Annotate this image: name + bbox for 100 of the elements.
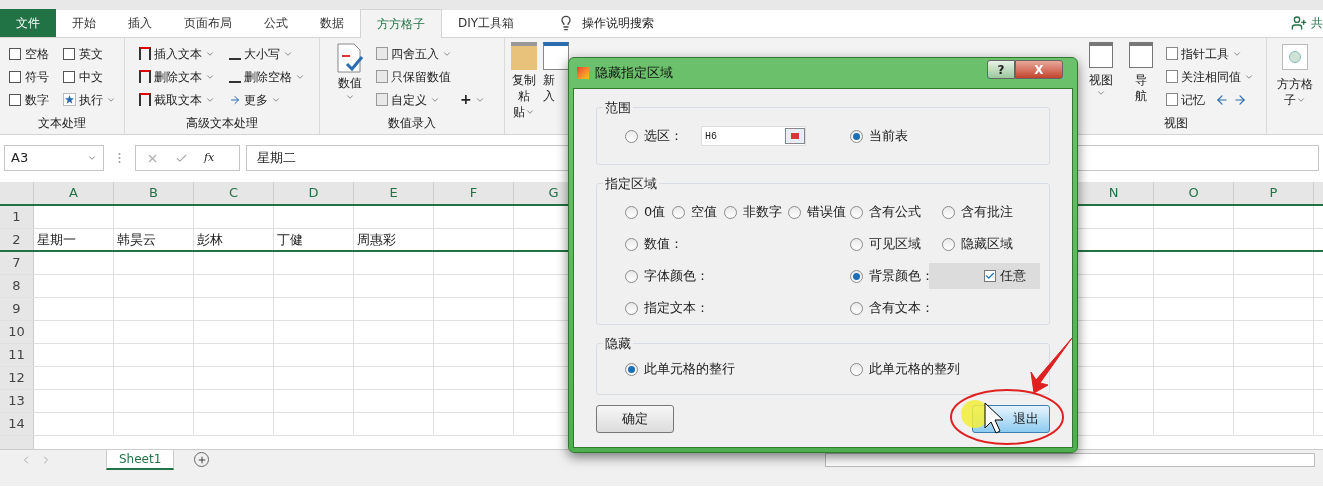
group-label: 文本处理 [37,115,87,132]
row-header[interactable]: 13 [0,390,34,412]
row-header[interactable]: 2 [0,229,34,250]
row-header[interactable]: 12 [0,367,34,389]
option-label: 含有公式 [869,203,921,222]
column-header[interactable]: C [228,183,239,203]
sheet-tab[interactable]: Sheet1 [106,449,175,470]
name-box[interactable]: A3 [4,145,104,171]
checkbox[interactable] [63,47,75,60]
ribbon-button[interactable]: 自定义 [376,88,452,111]
ribbon-button[interactable]: 只保留数值 [376,65,452,88]
ribbon-tab[interactable]: 插入 [112,9,168,37]
option-label: 可见区域 [869,235,921,254]
ribbon-tab[interactable]: 方方格子 [360,9,442,38]
column-header[interactable]: G [548,183,559,203]
checkbox[interactable] [984,270,996,282]
radio-button[interactable] [850,301,863,315]
ribbon-button[interactable]: 导 航 [1126,42,1156,114]
range-field[interactable]: H6 [701,126,806,146]
row-header[interactable]: 14 [0,413,34,435]
radio-button[interactable] [788,205,801,219]
row-header[interactable]: 8 [0,275,34,297]
ribbon-button[interactable]: 执行 [63,88,116,111]
tell-me-search[interactable]: 操作说明搜索 [582,14,655,32]
ribbon-button[interactable]: 新 入 [543,42,573,134]
radio-button[interactable] [850,129,863,143]
ribbon-tab[interactable]: 文件 [0,9,56,37]
radio-button[interactable] [625,269,638,283]
checkbox[interactable] [63,70,75,83]
row-header[interactable]: 11 [0,344,34,366]
text-tool-icon [139,70,151,83]
table-cell-text: 周惠彩 [357,230,396,249]
ribbon-button[interactable]: 删除文本 [139,65,215,88]
option-label: 当前表 [869,127,908,146]
table-cell-text: 丁健 [277,230,303,249]
radio-button[interactable] [850,205,863,219]
radio-button[interactable] [625,237,638,251]
column-header[interactable]: F [469,183,478,203]
checkbox[interactable] [9,47,21,60]
checkbox[interactable] [9,70,21,83]
column-header[interactable]: A [69,183,78,203]
row-header[interactable]: 9 [0,298,34,320]
share-icon [1291,15,1307,31]
column-header[interactable]: E [389,183,398,203]
column-header[interactable]: D [308,183,319,203]
option-label: 空值 [691,203,717,222]
radio-button[interactable] [724,205,737,219]
radio-button[interactable] [625,129,638,143]
radio-button[interactable] [942,237,955,251]
ribbon-button[interactable]: 复制粘 贴 [509,42,539,134]
row-header[interactable]: 1 [0,206,34,228]
radio-button[interactable] [625,362,638,376]
option-label: 0值 [644,203,666,222]
add-button[interactable]: + [460,88,485,111]
ribbon-tab[interactable]: 公式 [248,9,304,37]
row-header[interactable]: 10 [0,321,34,343]
ribbon-button[interactable]: 截取文本 [139,88,215,111]
ribbon-button[interactable]: 视图 [1086,42,1116,114]
number-button[interactable]: 数值 [332,42,368,114]
ribbon-button[interactable]: 指针工具 [1166,42,1242,65]
radio-button[interactable] [625,301,638,315]
ribbon-button[interactable]: 关注相同值 [1166,65,1254,88]
column-header[interactable]: P [1269,183,1278,203]
column-header[interactable]: O [1188,183,1199,203]
ok-button[interactable]: 确定 [596,405,674,433]
ribbon-tab[interactable]: DIY工具箱 [442,9,531,37]
ribbon-tab[interactable]: 页面布局 [168,9,248,37]
option-label: 背景颜色： [869,267,934,286]
radio-button[interactable] [850,237,863,251]
radio-button[interactable] [625,205,638,219]
star-icon [63,93,76,106]
ribbon-tab[interactable]: 数据 [304,9,360,37]
ribbon-button[interactable]: 记忆 [1166,88,1205,111]
ribbon-button[interactable]: 插入文本 [139,42,215,65]
help-button[interactable]: ? [987,59,1015,79]
ribbon-tab[interactable]: 开始 [56,9,112,37]
table-icon [543,42,569,70]
option-label: 非数字 [743,203,782,222]
horizontal-scrollbar[interactable] [825,452,1315,467]
ribbon-button[interactable]: 大小写 [229,42,305,65]
radio-button[interactable] [850,269,863,283]
function-button[interactable]: fx [204,149,215,167]
range-picker-icon[interactable] [785,128,805,144]
group-label: 数值录入 [387,115,437,132]
ribbon-button[interactable]: 四舍五入 [376,42,452,65]
share-button[interactable]: 共 [1311,14,1323,32]
column-header[interactable]: N [1108,183,1119,203]
ribbon-button[interactable]: 删除空格 [229,65,305,88]
ribbon-button[interactable]: 更多 [229,88,305,111]
grid-icon [376,47,388,60]
text-tool-icon [139,47,151,60]
row-header[interactable]: 7 [0,252,34,274]
radio-button[interactable] [672,205,685,219]
checkbox[interactable] [9,93,21,106]
radio-button[interactable] [942,205,955,219]
ffgz-button[interactable]: 方方格 子 [1267,38,1323,108]
option-label: 此单元格的整行 [644,360,735,379]
column-header[interactable]: B [149,183,158,203]
radio-button[interactable] [850,362,863,376]
table-cell-text: 星期一 [37,230,76,249]
